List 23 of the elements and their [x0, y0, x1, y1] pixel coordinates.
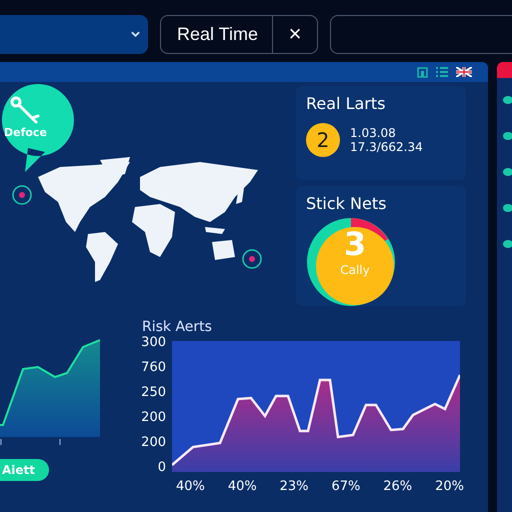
stat-value: 17.3/662.34	[350, 140, 423, 154]
donut-value: 3	[344, 225, 366, 263]
axis-label: 67%	[331, 479, 360, 494]
axis-label: 20%	[435, 479, 464, 494]
axis-label: 250	[141, 385, 166, 400]
axis-label: 26%	[383, 479, 412, 494]
real-time-button[interactable]: Real Time	[160, 16, 273, 52]
axis-label: 40%	[176, 479, 205, 494]
count-badge: 2	[306, 123, 340, 157]
callout-label: Defoce	[4, 126, 47, 139]
card-title: Stick Nets	[306, 194, 388, 213]
axis-label: 23%	[280, 479, 309, 494]
axis-label: 40%	[228, 479, 257, 494]
stat-value: 1.03.08	[350, 126, 397, 140]
chart-title: Risk Aerts	[142, 319, 213, 335]
axis-label: 300	[141, 335, 166, 350]
axis-label: 0	[158, 460, 166, 475]
axis-label: 760	[141, 360, 166, 375]
card-title: Real Larts	[306, 94, 386, 113]
axis-label: 200	[141, 435, 166, 450]
axis-label: 200	[141, 410, 166, 425]
donut-caption: Cally	[340, 263, 370, 277]
close-button[interactable]: ×	[273, 16, 317, 52]
